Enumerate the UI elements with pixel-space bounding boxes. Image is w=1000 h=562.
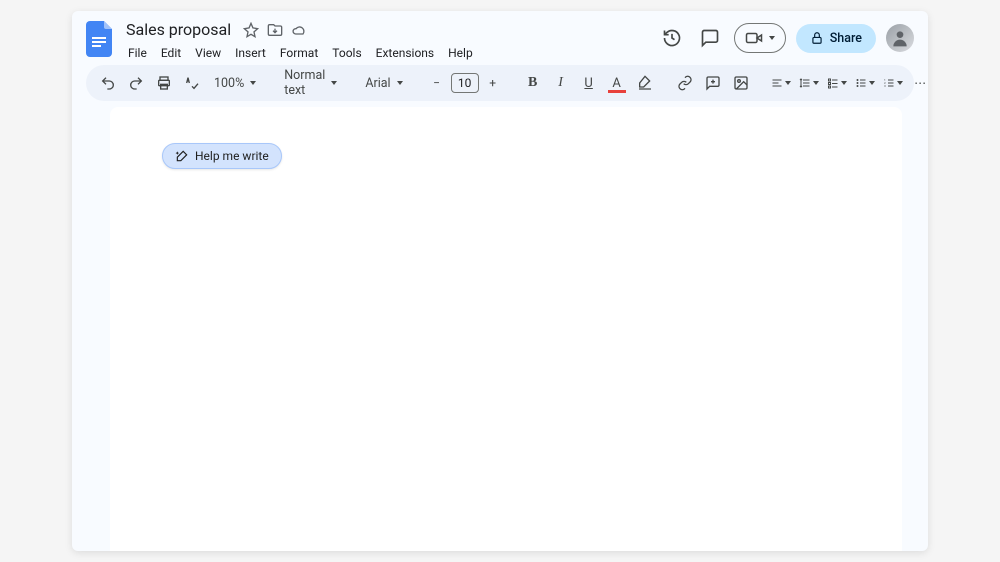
font-size-control: − 10 + (425, 71, 505, 95)
cloud-status-icon[interactable] (291, 22, 307, 38)
bulleted-list-button[interactable] (853, 71, 877, 95)
help-me-write-label: Help me write (195, 149, 269, 163)
chevron-down-icon (869, 81, 875, 85)
align-button[interactable] (769, 71, 793, 95)
undo-button[interactable] (96, 71, 120, 95)
share-button[interactable]: Share (796, 24, 876, 53)
insert-link-button[interactable] (673, 71, 697, 95)
header: Sales proposal File Edit View Insert For… (72, 11, 928, 59)
menu-view[interactable]: View (189, 43, 227, 63)
menu-edit[interactable]: Edit (155, 43, 187, 63)
font-size-decrease[interactable]: − (425, 71, 449, 95)
star-icon[interactable] (243, 22, 259, 38)
spellcheck-button[interactable] (180, 71, 204, 95)
toolbar: 100% Normal text Arial − 10 + B I U A 12… (86, 65, 914, 101)
font-dropdown[interactable]: Arial (359, 71, 408, 95)
chevron-down-icon (250, 81, 256, 85)
zoom-dropdown[interactable]: 100% (208, 71, 262, 95)
menu-tools[interactable]: Tools (326, 43, 367, 63)
chevron-down-icon (397, 81, 403, 85)
italic-button[interactable]: I (549, 71, 573, 95)
text-color-button[interactable]: A (605, 71, 629, 95)
menu-insert[interactable]: Insert (229, 43, 272, 63)
chevron-down-icon (813, 81, 819, 85)
document-canvas[interactable]: Help me write (110, 107, 902, 551)
redo-button[interactable] (124, 71, 148, 95)
underline-button[interactable]: U (577, 71, 601, 95)
insert-image-button[interactable] (729, 71, 753, 95)
lock-icon (810, 31, 824, 45)
app-frame: Sales proposal File Edit View Insert For… (72, 11, 928, 551)
font-size-input[interactable]: 10 (451, 73, 479, 93)
line-spacing-button[interactable] (797, 71, 821, 95)
title-area: Sales proposal File Edit View Insert For… (122, 19, 479, 63)
highlight-button[interactable] (633, 71, 657, 95)
avatar[interactable] (886, 24, 914, 52)
menu-help[interactable]: Help (442, 43, 479, 63)
svg-text:3: 3 (884, 84, 886, 88)
menu-format[interactable]: Format (274, 43, 324, 63)
header-actions: Share (658, 19, 914, 53)
font-size-increase[interactable]: + (481, 71, 505, 95)
history-icon[interactable] (658, 24, 686, 52)
insert-comment-button[interactable] (701, 71, 725, 95)
video-icon (745, 29, 763, 47)
pencil-sparkle-icon (175, 149, 189, 163)
numbered-list-button[interactable]: 123 (881, 71, 905, 95)
document-title[interactable]: Sales proposal (122, 19, 235, 41)
menu-extensions[interactable]: Extensions (370, 43, 440, 63)
chevron-down-icon (331, 81, 337, 85)
help-me-write-button[interactable]: Help me write (162, 143, 282, 169)
chevron-down-icon (785, 81, 791, 85)
menu-bar: File Edit View Insert Format Tools Exten… (122, 43, 479, 63)
docs-logo-icon[interactable] (86, 21, 114, 57)
chevron-down-icon (841, 81, 847, 85)
bold-button[interactable]: B (521, 71, 545, 95)
meet-button[interactable] (734, 23, 786, 53)
chevron-down-icon (897, 81, 903, 85)
move-icon[interactable] (267, 22, 283, 38)
share-label: Share (830, 31, 862, 46)
print-button[interactable] (152, 71, 176, 95)
chevron-down-icon (769, 36, 775, 40)
more-options-button[interactable]: ⋯ (909, 71, 928, 95)
checklist-button[interactable] (825, 71, 849, 95)
menu-file[interactable]: File (122, 43, 153, 63)
comments-icon[interactable] (696, 24, 724, 52)
paragraph-style-dropdown[interactable]: Normal text (278, 71, 343, 95)
